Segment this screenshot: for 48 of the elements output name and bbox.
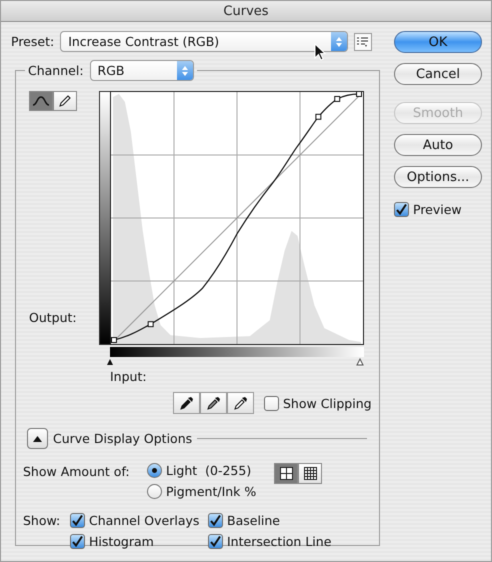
disclosure-button[interactable] [27, 428, 48, 449]
cursor-icon [314, 43, 326, 61]
checkbox[interactable]: Show Clipping [264, 396, 372, 410]
stepper-icon [336, 36, 342, 48]
eyedropper-icon [180, 396, 194, 410]
eyedropper-button[interactable] [173, 392, 200, 414]
dialog-button[interactable]: Cancel [394, 63, 482, 85]
preset-label: Preset: [11, 34, 54, 49]
checkmark-icon [396, 204, 407, 215]
checkmark-icon [72, 515, 83, 526]
grid-button[interactable] [298, 463, 322, 484]
dialog-button[interactable]: Auto [394, 134, 482, 156]
checkbox[interactable]: Histogram [70, 534, 208, 549]
checkmark-icon [210, 536, 221, 547]
eyedropper-icon [234, 396, 248, 410]
eyedropper-button[interactable] [227, 392, 254, 414]
triangle-icon [33, 436, 42, 442]
eyedropper-icon [206, 396, 220, 410]
section-title: Curve Display Options [53, 431, 192, 446]
dialog-button[interactable]: OK [394, 31, 482, 53]
curve-icon [32, 95, 50, 107]
checkbox[interactable]: Baseline [208, 513, 372, 528]
channel-label: Channel: [28, 63, 84, 78]
grid-icon [280, 467, 292, 480]
menu-button[interactable] [354, 32, 372, 50]
pencil-icon [58, 94, 72, 108]
input-label: Input: [110, 369, 148, 384]
window-title: Curves [223, 4, 269, 18]
checkbox[interactable]: Channel Overlays [70, 513, 208, 528]
output-label: Output: [29, 310, 78, 325]
checkmark-icon [72, 536, 83, 547]
channel-dropdown[interactable]: RGB [90, 60, 194, 81]
radio-button[interactable]: Light (0-255) [147, 463, 274, 478]
checkbox[interactable]: Intersection Line [208, 534, 372, 549]
grid-button[interactable] [274, 463, 298, 484]
checkmark-icon [210, 515, 221, 526]
stepper-icon [182, 64, 188, 76]
eyedropper-button[interactable] [200, 392, 227, 414]
tool-button[interactable] [53, 91, 77, 111]
dialog-button[interactable]: Options... [394, 166, 482, 188]
radio-button[interactable]: Pigment/Ink % [147, 484, 274, 499]
grid-icon [304, 467, 316, 480]
list-icon [357, 36, 370, 46]
show-amount-label: Show Amount of: [23, 464, 131, 479]
curve-graph[interactable] [110, 91, 364, 345]
show-label: Show: [23, 513, 62, 528]
checkbox[interactable]: Preview [394, 202, 491, 217]
preset-dropdown[interactable]: Increase Contrast (RGB) [60, 31, 348, 52]
